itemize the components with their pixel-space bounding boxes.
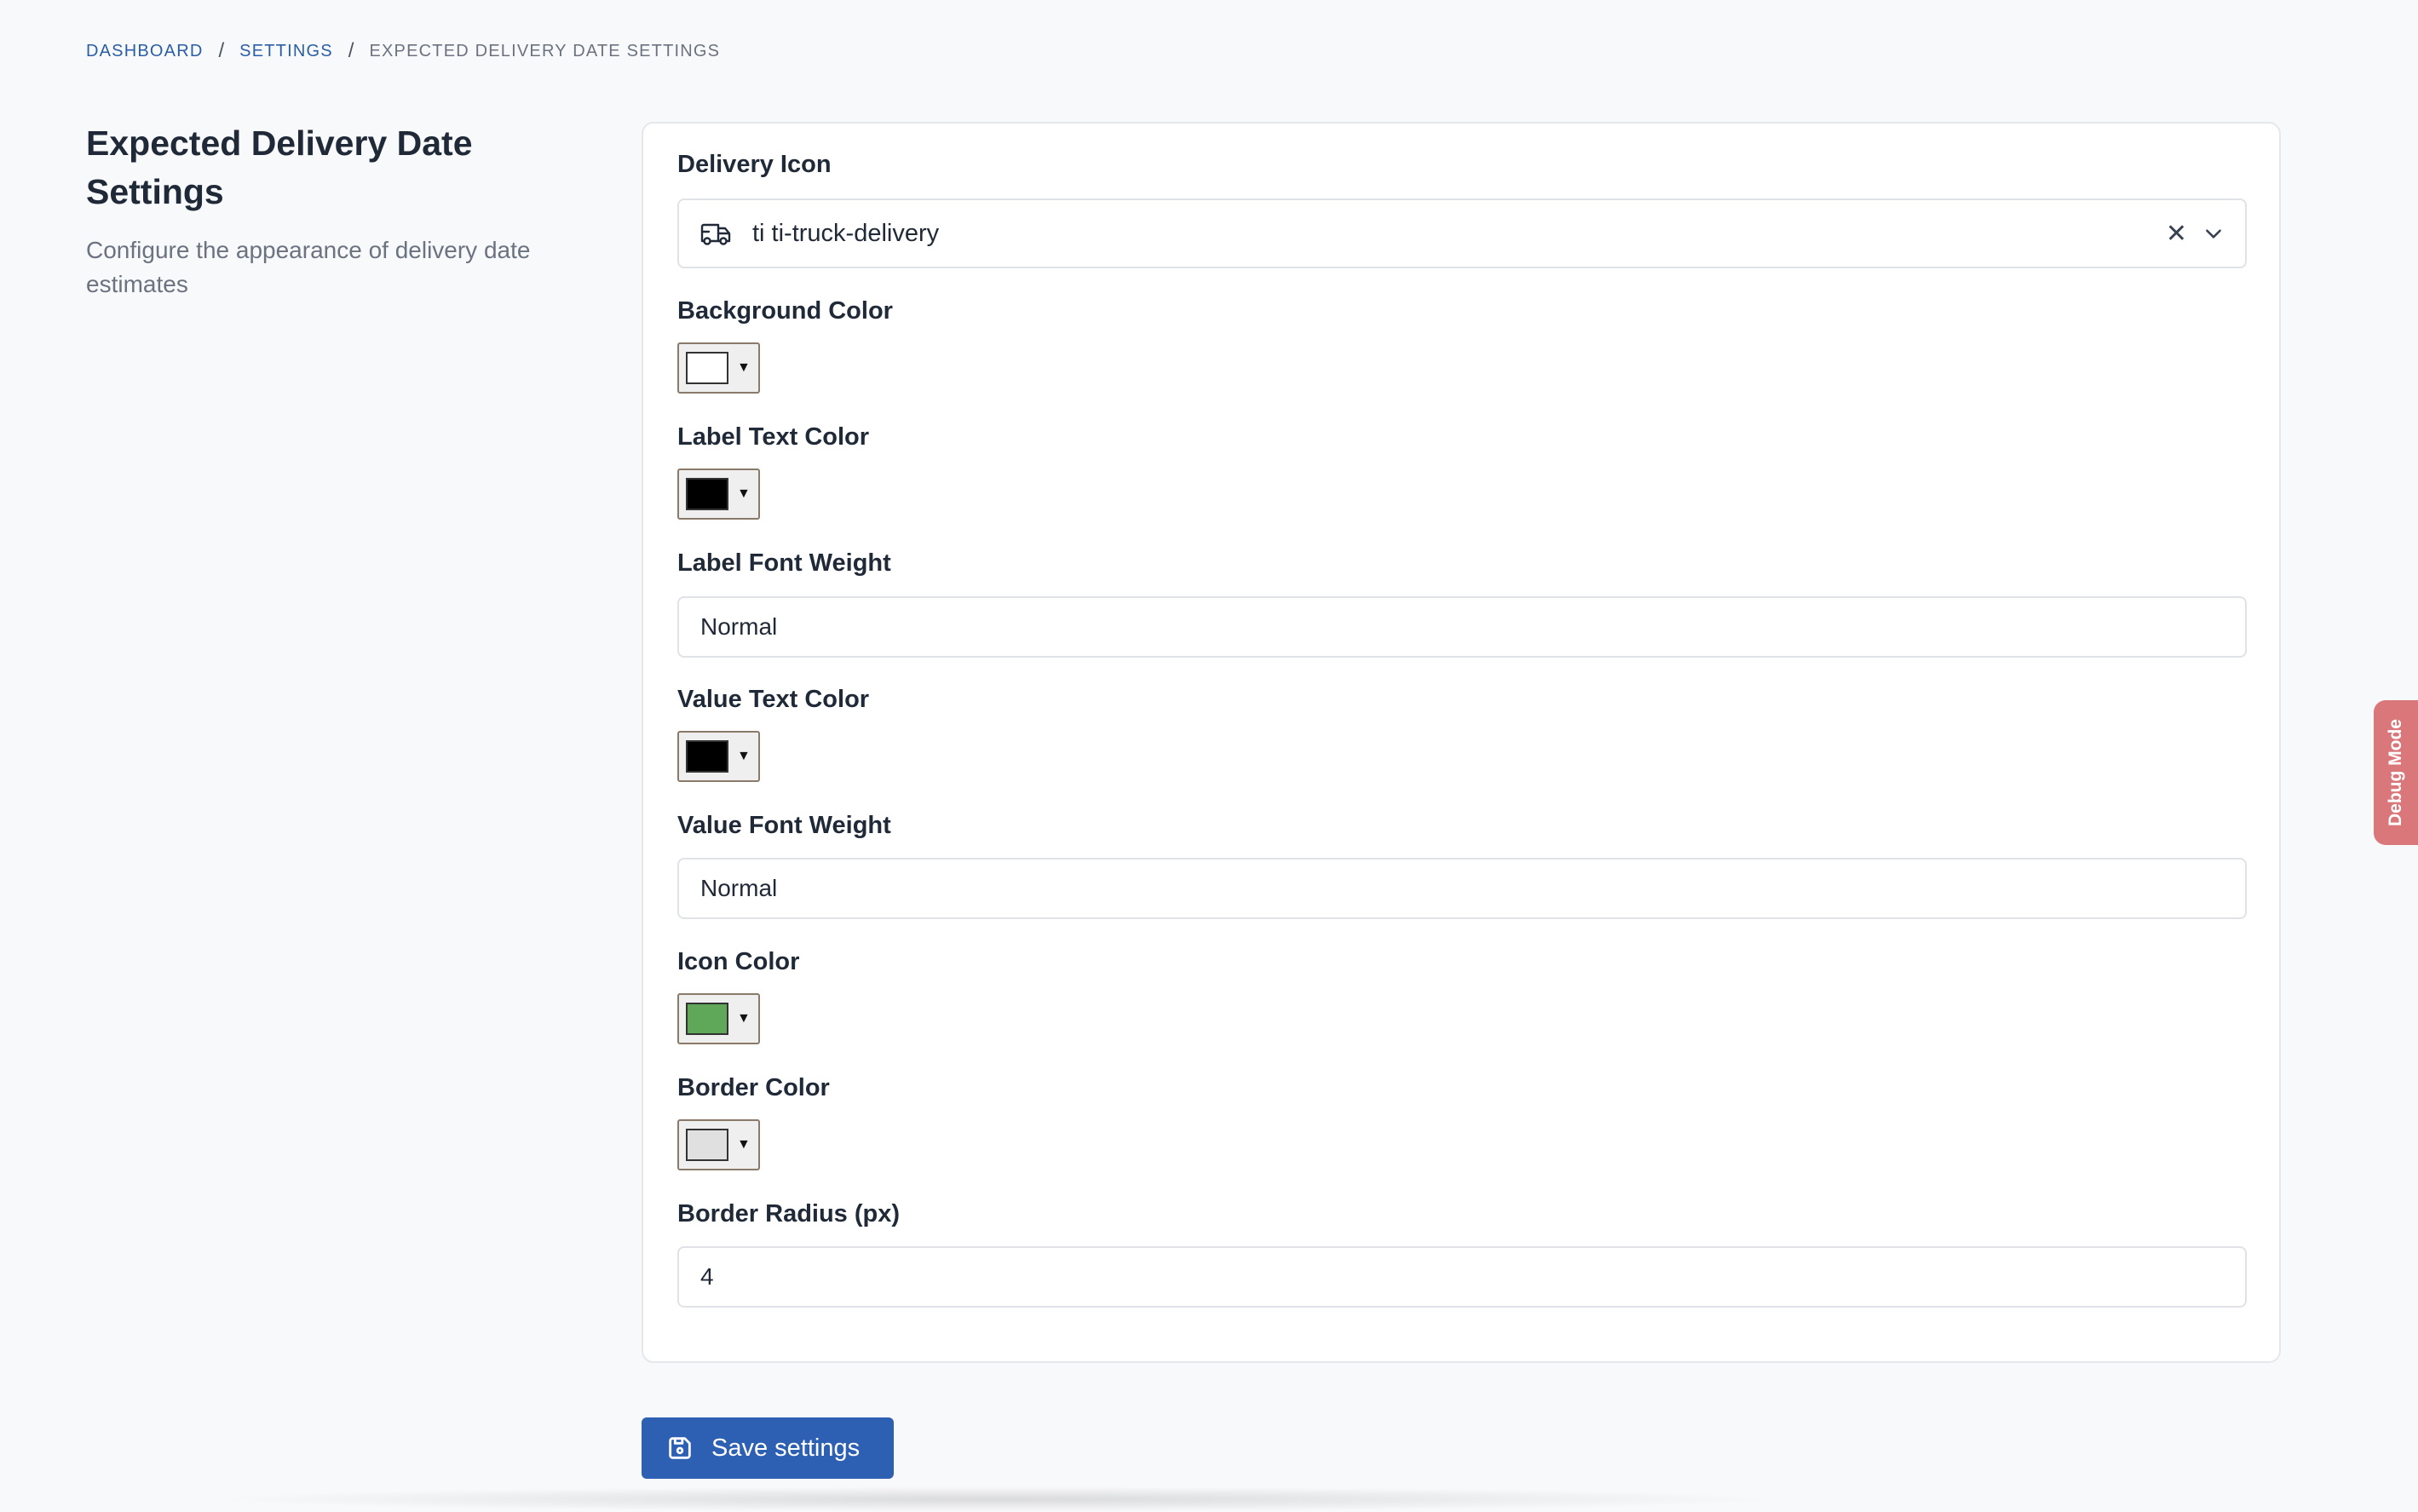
caret-down-icon: ▼ — [737, 360, 751, 375]
breadcrumb-separator: / — [348, 39, 354, 62]
save-settings-button[interactable]: Save settings — [642, 1417, 894, 1479]
caret-down-icon: ▼ — [737, 486, 751, 501]
bottom-shadow — [204, 1486, 1789, 1512]
caret-down-icon: ▼ — [737, 1137, 751, 1152]
page-header: Expected Delivery Date Settings Configur… — [86, 119, 597, 302]
clear-icon[interactable]: ✕ — [2166, 219, 2187, 249]
breadcrumb-dashboard[interactable]: DASHBOARD — [86, 42, 204, 61]
value-text-color-label: Value Text Color — [677, 686, 870, 713]
border-color-swatch — [686, 1129, 728, 1161]
icon-color-swatch — [686, 1003, 728, 1035]
breadcrumb-separator: / — [218, 39, 225, 62]
caret-down-icon: ▼ — [737, 749, 751, 763]
border-radius-label: Border Radius (px) — [677, 1200, 901, 1227]
page-description: Configure the appearance of delivery dat… — [86, 237, 531, 297]
save-settings-label: Save settings — [711, 1434, 861, 1462]
delivery-icon-label: Delivery Icon — [677, 151, 832, 178]
border-radius-input[interactable]: 4 — [677, 1246, 2247, 1308]
debug-mode-label: Debug Mode — [2386, 719, 2405, 826]
debug-mode-tab[interactable]: Debug Mode — [2374, 700, 2418, 845]
value-text-color-swatch — [686, 740, 728, 773]
label-font-weight-label: Label Font Weight — [677, 549, 891, 577]
label-text-color-swatch — [686, 478, 728, 510]
border-color-label: Border Color — [677, 1074, 830, 1101]
settings-card: Delivery Icon ti ti-truck-delivery ✕ Bac… — [642, 122, 2281, 1363]
background-color-swatch — [686, 352, 728, 384]
label-font-weight-input[interactable]: Normal — [677, 596, 2247, 658]
delivery-icon-value: ti ti-truck-delivery — [752, 219, 940, 247]
value-font-weight-label: Value Font Weight — [677, 812, 891, 839]
caret-down-icon: ▼ — [737, 1011, 751, 1026]
icon-color-picker[interactable]: ▼ — [677, 993, 760, 1044]
breadcrumb-current: EXPECTED DELIVERY DATE SETTINGS — [369, 41, 721, 60]
background-color-label: Background Color — [677, 297, 893, 325]
icon-color-label: Icon Color — [677, 948, 800, 975]
background-color-picker[interactable]: ▼ — [677, 342, 760, 394]
truck-delivery-icon — [700, 223, 731, 245]
save-icon — [669, 1437, 691, 1459]
value-font-weight-input[interactable]: Normal — [677, 858, 2247, 919]
breadcrumb: DASHBOARD / SETTINGS / EXPECTED DELIVERY… — [86, 39, 720, 63]
border-color-picker[interactable]: ▼ — [677, 1119, 760, 1170]
value-text-color-picker[interactable]: ▼ — [677, 731, 760, 782]
label-text-color-label: Label Text Color — [677, 423, 870, 451]
page-title: Expected Delivery Date Settings — [86, 124, 473, 211]
delivery-icon-select[interactable]: ti ti-truck-delivery ✕ — [677, 198, 2247, 268]
chevron-down-icon[interactable] — [2202, 222, 2225, 244]
label-text-color-picker[interactable]: ▼ — [677, 469, 760, 520]
breadcrumb-settings[interactable]: SETTINGS — [239, 42, 333, 61]
